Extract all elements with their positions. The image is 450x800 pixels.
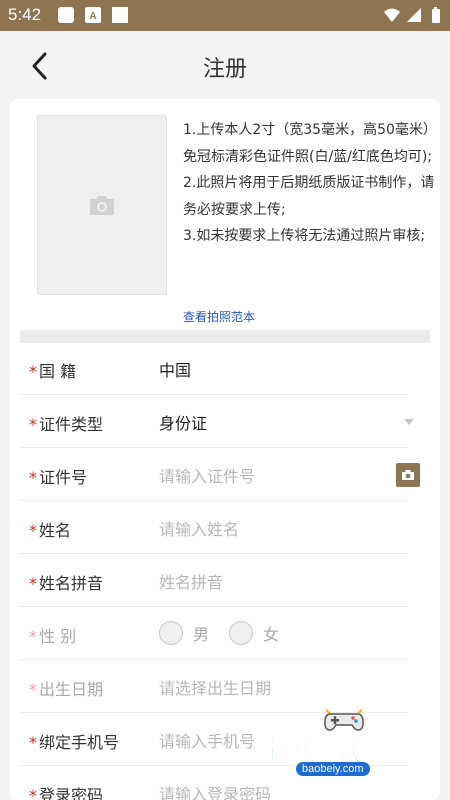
dropdown-arrow-icon	[404, 419, 414, 425]
instruction-3: 3.如未按要求上传将无法通过照片审核;	[183, 228, 426, 244]
instruction-2: 2.此照片将用于后期纸质版证书制作，请务必按要求上传;	[183, 175, 435, 218]
required-star: *	[29, 468, 37, 487]
id-number-label: * 证件号	[29, 468, 88, 487]
required-star: *	[29, 680, 37, 699]
required-star: *	[29, 627, 37, 646]
required-star: *	[29, 733, 37, 752]
status-time: 5:42	[8, 5, 42, 24]
required-star: *	[29, 415, 37, 434]
gender-radio-group: 男 女	[159, 621, 299, 645]
app-notification-icon: A	[85, 7, 101, 23]
password-label: * 登录密码	[29, 782, 103, 800]
camera-icon	[402, 470, 414, 480]
page-title: 注册	[202, 57, 247, 82]
notification-icon	[58, 7, 74, 23]
signal-icon	[407, 8, 421, 22]
gender-label: * 性 别	[29, 627, 77, 646]
watermark: 宝贝游戏网 baobeiy.com	[256, 706, 426, 782]
view-photo-sample-link[interactable]: 查看拍照范本	[183, 308, 255, 325]
pinyin-row: * 姓名拼音 姓名拼音	[20, 555, 408, 607]
gender-male-label: 男	[193, 625, 210, 644]
id-type-label: * 证件类型	[29, 415, 104, 434]
registration-card: 1.上传本人2寸（宽35毫米，高50毫米）免冠标清彩色证件照(白/蓝/红底色均可…	[10, 99, 440, 800]
photo-instructions: 1.上传本人2寸（宽35毫米，高50毫米）免冠标清彩色证件照(白/蓝/红底色均可…	[183, 117, 435, 250]
id-type-row[interactable]: * 证件类型 身份证	[20, 396, 414, 448]
nationality-row[interactable]: * 国 籍 中国	[20, 343, 408, 395]
instruction-1: 1.上传本人2寸（宽35毫米，高50毫米）免冠标清彩色证件照(白/蓝/红底色均可…	[183, 122, 433, 165]
square-notification-icon	[112, 7, 128, 23]
photo-upload-section: 1.上传本人2寸（宽35毫米，高50毫米）免冠标清彩色证件照(白/蓝/红底色均可…	[10, 99, 440, 330]
pinyin-input[interactable]: 姓名拼音	[159, 569, 359, 593]
id-type-select[interactable]: 身份证	[159, 410, 207, 434]
pinyin-label: * 姓名拼音	[29, 574, 104, 593]
nationality-label: * 国 籍	[29, 362, 77, 381]
birthdate-label: * 出生日期	[29, 680, 104, 699]
phone-label: * 绑定手机号	[29, 733, 120, 752]
section-divider	[20, 330, 430, 343]
id-number-input[interactable]: 请输入证件号	[159, 463, 359, 487]
password-input[interactable]: 请输入登录密码	[159, 781, 359, 800]
gender-female-radio[interactable]	[229, 621, 254, 645]
scan-id-button[interactable]	[396, 463, 420, 487]
gender-male-radio[interactable]	[159, 621, 183, 645]
id-number-row: * 证件号 请输入证件号	[20, 449, 420, 501]
svg-text:A: A	[89, 11, 96, 22]
camera-icon	[90, 196, 114, 215]
birthdate-input[interactable]: 请选择出生日期	[159, 675, 359, 699]
required-star: *	[29, 362, 37, 381]
gender-row: * 性 别 男 女	[20, 608, 408, 660]
wifi-icon	[384, 8, 400, 22]
name-input[interactable]: 请输入姓名	[159, 516, 359, 540]
name-row: * 姓名 请输入姓名	[20, 502, 408, 554]
status-bar: 5:42 A	[0, 0, 450, 31]
required-star: *	[29, 574, 37, 593]
watermark-url: baobeiy.com	[296, 762, 370, 776]
required-star: *	[29, 786, 37, 800]
required-star: *	[29, 521, 37, 540]
name-label: * 姓名	[29, 521, 72, 540]
header: 注册	[0, 31, 450, 101]
nationality-value: 中国	[159, 361, 192, 380]
battery-icon	[432, 7, 440, 23]
photo-upload-area[interactable]	[37, 115, 167, 295]
gender-female-label: 女	[263, 625, 280, 644]
